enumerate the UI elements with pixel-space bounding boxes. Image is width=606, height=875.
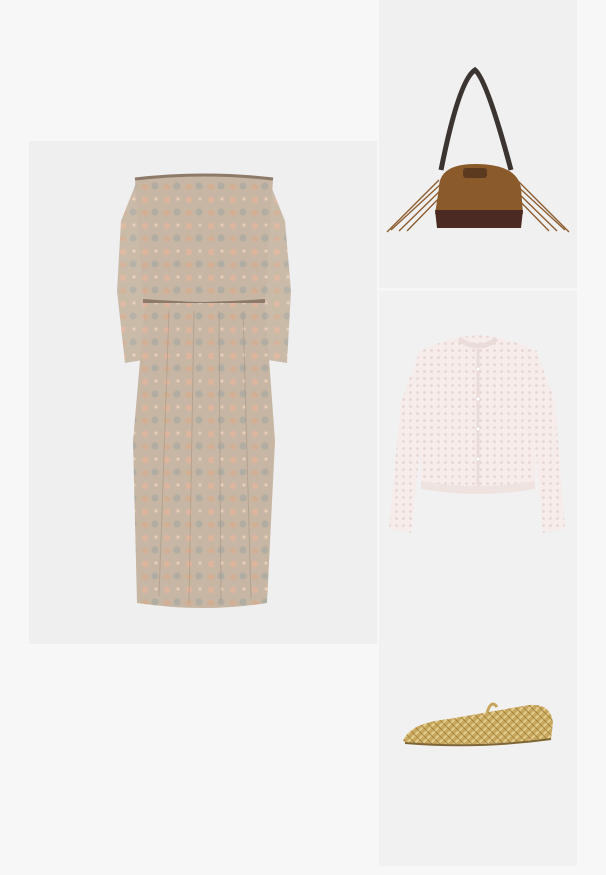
dress-product-panel[interactable] xyxy=(29,141,377,644)
outfit-collage: { "collage": { "items": [ {"name": "dres… xyxy=(0,0,606,875)
paisley-maxi-dress-image xyxy=(117,173,291,608)
bag-product-panel[interactable] xyxy=(379,0,577,288)
gold-woven-flats-image xyxy=(403,702,553,747)
suede-fringe-bag-image xyxy=(386,66,570,233)
cardigan-flats-product-panel[interactable] xyxy=(379,291,577,866)
